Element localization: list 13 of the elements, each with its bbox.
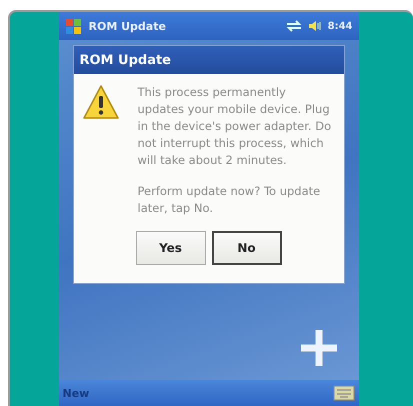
- dialog-message: This process permanently updates your mobile device. Plug in the device's power adapter. Do not interrupt this process, which will take about 2 minutes.: [138, 84, 332, 169]
- speaker-icon[interactable]: [308, 20, 322, 32]
- app-title: ROM Update: [88, 20, 167, 32]
- connectivity-icon[interactable]: [286, 20, 302, 32]
- wallpaper-plus-drawing: [298, 328, 338, 368]
- dialog-button[interactable]: Yes: [136, 231, 206, 265]
- dialog-button[interactable]: No: [212, 231, 282, 265]
- warning-icon: [82, 84, 120, 120]
- dialog-prompt: Perform update now? To update later, tap No.: [138, 183, 322, 217]
- clock-time[interactable]: 8:44: [328, 20, 352, 32]
- keyboard-icon[interactable]: [332, 385, 354, 401]
- dialog-title: ROM Update: [74, 46, 344, 74]
- windows-flag-icon[interactable]: [64, 17, 82, 35]
